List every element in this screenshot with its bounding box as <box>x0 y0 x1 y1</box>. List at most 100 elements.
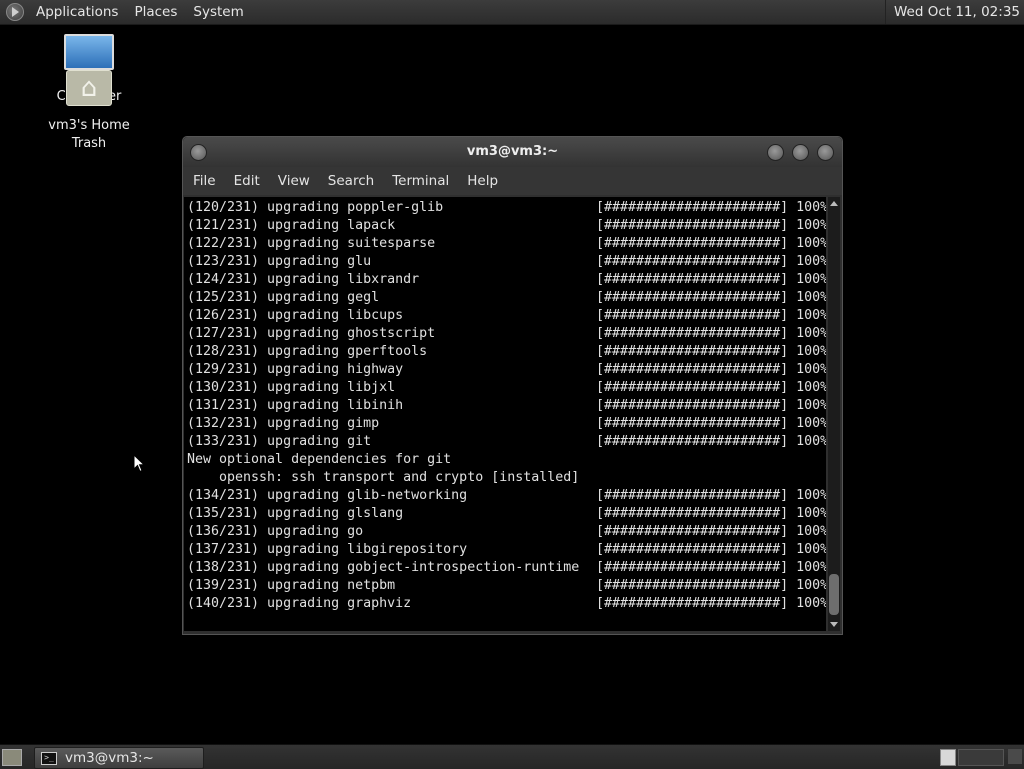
progress-indicator: [######################] 100% <box>596 397 826 415</box>
progress-percent: 100% <box>796 578 826 593</box>
scroll-up-arrow-icon[interactable] <box>830 201 838 206</box>
progress-indicator: [######################] 100% <box>596 379 826 397</box>
progress-indicator: [######################] 100% <box>596 559 826 577</box>
progress-percent: 100% <box>796 308 826 323</box>
terminal-line-text: (129/231) upgrading highway <box>187 362 404 377</box>
progress-bar: [######################] <box>596 596 789 611</box>
window-titlebar[interactable]: vm3@vm3:~ <box>183 137 842 167</box>
minimize-button[interactable] <box>767 144 784 161</box>
maximize-button[interactable] <box>792 144 809 161</box>
terminal-line-text: (126/231) upgrading libcups <box>187 308 404 323</box>
taskbar-window-button[interactable]: >_ vm3@vm3:~ <box>34 747 204 769</box>
terminal-line: (136/231) upgrading go [#################… <box>187 523 826 541</box>
progress-percent: 100% <box>796 434 826 449</box>
terminal-line: New optional dependencies for git <box>187 451 579 469</box>
terminal-icon: >_ <box>41 751 57 765</box>
close-button[interactable] <box>817 144 834 161</box>
progress-bar: [######################] <box>596 380 789 395</box>
terminal-line: (132/231) upgrading gimp [###############… <box>187 415 826 433</box>
progress-bar: [######################] <box>596 488 789 503</box>
menu-applications[interactable]: Applications <box>28 4 126 20</box>
progress-percent: 100% <box>796 488 826 503</box>
progress-percent: 100% <box>796 272 826 287</box>
menu-system[interactable]: System <box>185 4 251 20</box>
terminal-line-text: (136/231) upgrading go <box>187 524 364 539</box>
terminal-line-text: (121/231) upgrading lapack <box>187 218 396 233</box>
terminal-scrollbar[interactable] <box>828 197 840 631</box>
terminal-line-text: (123/231) upgrading glu <box>187 254 372 269</box>
terminal-line: (137/231) upgrading libgirepository [####… <box>187 541 826 559</box>
terminal-line-text: (128/231) upgrading gperftools <box>187 344 428 359</box>
progress-bar: [######################] <box>596 362 789 377</box>
terminal-line-text: (122/231) upgrading suitesparse <box>187 236 436 251</box>
workspace-2-button[interactable] <box>958 749 1004 766</box>
progress-bar: [######################] <box>596 200 789 215</box>
terminal-line: (139/231) upgrading netpbm [#############… <box>187 577 826 595</box>
scrollbar-thumb[interactable] <box>829 573 839 615</box>
progress-bar: [######################] <box>596 290 789 305</box>
progress-indicator: [######################] 100% <box>596 253 826 271</box>
menu-help[interactable]: Help <box>457 173 506 189</box>
terminal-line-text: (132/231) upgrading gimp <box>187 416 380 431</box>
terminal-line-text: (133/231) upgrading git <box>187 434 372 449</box>
terminal-line: (126/231) upgrading libcups [############… <box>187 307 826 325</box>
terminal-output[interactable]: (120/231) upgrading poppler-glib [#######… <box>184 197 826 631</box>
terminal-line-text: (124/231) upgrading libxrandr <box>187 272 420 287</box>
progress-percent: 100% <box>796 254 826 269</box>
terminal-line: (140/231) upgrading graphviz [###########… <box>187 595 826 613</box>
terminal-line-text: New optional dependencies for git <box>187 452 452 467</box>
progress-bar: [######################] <box>596 344 789 359</box>
desktop-icon-trash[interactable]: Trash <box>52 102 126 151</box>
terminal-line: (128/231) upgrading gperftools [#########… <box>187 343 826 361</box>
progress-bar: [######################] <box>596 218 789 233</box>
progress-indicator: [######################] 100% <box>596 433 826 451</box>
terminal-line: (135/231) upgrading glslang [############… <box>187 505 826 523</box>
terminal-line: (124/231) upgrading libxrandr [##########… <box>187 271 826 289</box>
clock[interactable]: Wed Oct 11, 02:35 <box>884 0 1024 24</box>
terminal-line: (120/231) upgrading poppler-glib [#######… <box>187 199 826 217</box>
menu-search[interactable]: Search <box>318 173 382 189</box>
bottom-panel: >_ vm3@vm3:~ <box>0 744 1024 769</box>
progress-indicator: [######################] 100% <box>596 289 826 307</box>
terminal-line: (129/231) upgrading highway [############… <box>187 361 826 379</box>
progress-indicator: [######################] 100% <box>596 523 826 541</box>
show-desktop-icon[interactable] <box>2 749 22 766</box>
distro-logo-icon[interactable] <box>6 3 24 21</box>
menu-places[interactable]: Places <box>126 4 185 20</box>
window-menu-button[interactable] <box>190 144 207 161</box>
terminal-line: (131/231) upgrading libinih [############… <box>187 397 826 415</box>
terminal-line: (130/231) upgrading libjxl [#############… <box>187 379 826 397</box>
progress-bar: [######################] <box>596 560 789 575</box>
progress-percent: 100% <box>796 326 826 341</box>
menu-edit[interactable]: Edit <box>224 173 268 189</box>
progress-percent: 100% <box>796 344 826 359</box>
progress-bar: [######################] <box>596 524 789 539</box>
progress-percent: 100% <box>796 290 826 305</box>
progress-indicator: [######################] 100% <box>596 271 826 289</box>
terminal-line: (134/231) upgrading glib-networking [####… <box>187 487 826 505</box>
trash-applet-icon[interactable] <box>1008 749 1022 764</box>
progress-indicator: [######################] 100% <box>596 595 826 613</box>
progress-percent: 100% <box>796 398 826 413</box>
progress-percent: 100% <box>796 218 826 233</box>
progress-percent: 100% <box>796 380 826 395</box>
menu-view[interactable]: View <box>268 173 318 189</box>
progress-percent: 100% <box>796 416 826 431</box>
progress-indicator: [######################] 100% <box>596 361 826 379</box>
terminal-window: vm3@vm3:~ File Edit View Search Terminal… <box>182 136 843 635</box>
menu-terminal[interactable]: Terminal <box>382 173 457 189</box>
home-folder-icon <box>66 70 112 106</box>
progress-bar: [######################] <box>596 272 789 287</box>
terminal-line-text: (137/231) upgrading libgirepository <box>187 542 468 557</box>
progress-bar: [######################] <box>596 416 789 431</box>
workspace-1-button[interactable] <box>940 749 956 766</box>
menu-file[interactable]: File <box>183 173 224 189</box>
terminal-line-text: (134/231) upgrading glib-networking <box>187 488 468 503</box>
progress-percent: 100% <box>796 236 826 251</box>
progress-bar: [######################] <box>596 326 789 341</box>
terminal-menubar: File Edit View Search Terminal Help <box>183 167 842 195</box>
scroll-down-arrow-icon[interactable] <box>830 622 838 627</box>
terminal-line-text: (127/231) upgrading ghostscript <box>187 326 436 341</box>
progress-indicator: [######################] 100% <box>596 415 826 433</box>
terminal-line: (138/231) upgrading gobject-introspectio… <box>187 559 826 577</box>
